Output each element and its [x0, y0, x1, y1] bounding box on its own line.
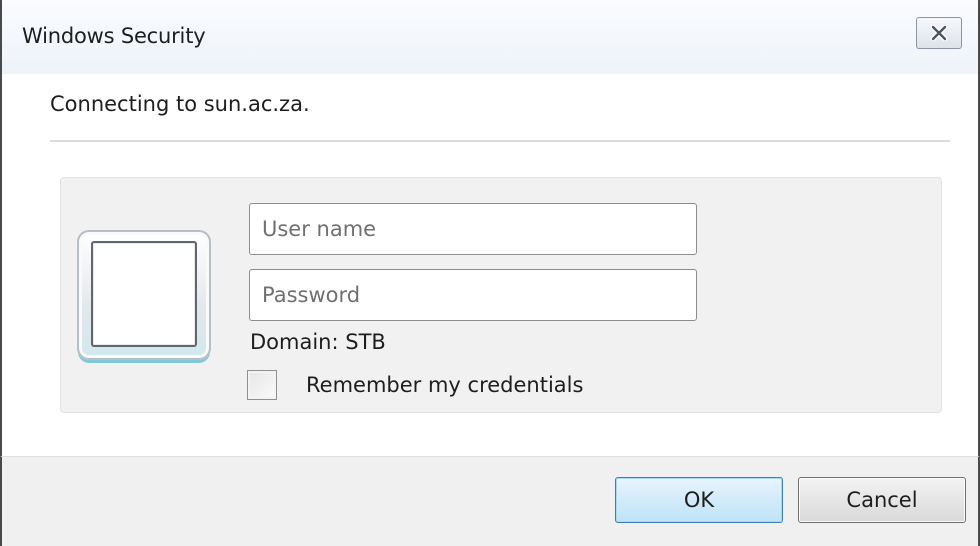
- title-bar[interactable]: Windows Security: [0, 0, 980, 74]
- password-input[interactable]: [249, 269, 697, 321]
- close-icon: [930, 25, 948, 41]
- remember-credentials-label[interactable]: Remember my credentials: [306, 373, 583, 397]
- dialog-body: Connecting to sun.ac.za. Domain: STB Rem…: [0, 74, 980, 456]
- remember-credentials-checkbox[interactable]: [247, 370, 277, 400]
- username-input[interactable]: [249, 203, 697, 255]
- user-tile-picture-frame: [91, 241, 197, 347]
- windows-security-dialog: Windows Security Connecting to sun.ac.za…: [0, 0, 980, 546]
- remember-credentials-row[interactable]: Remember my credentials: [247, 368, 583, 402]
- domain-label: Domain: STB: [250, 330, 386, 354]
- divider: [50, 140, 950, 142]
- user-tile-icon: [77, 230, 211, 360]
- window-title: Windows Security: [22, 24, 206, 48]
- connecting-message: Connecting to sun.ac.za.: [50, 92, 310, 116]
- ok-button[interactable]: OK: [615, 477, 783, 523]
- close-button[interactable]: [916, 17, 962, 49]
- button-bar: OK Cancel: [0, 456, 980, 546]
- cancel-button[interactable]: Cancel: [798, 477, 966, 523]
- credential-panel: Domain: STB Remember my credentials: [60, 177, 942, 413]
